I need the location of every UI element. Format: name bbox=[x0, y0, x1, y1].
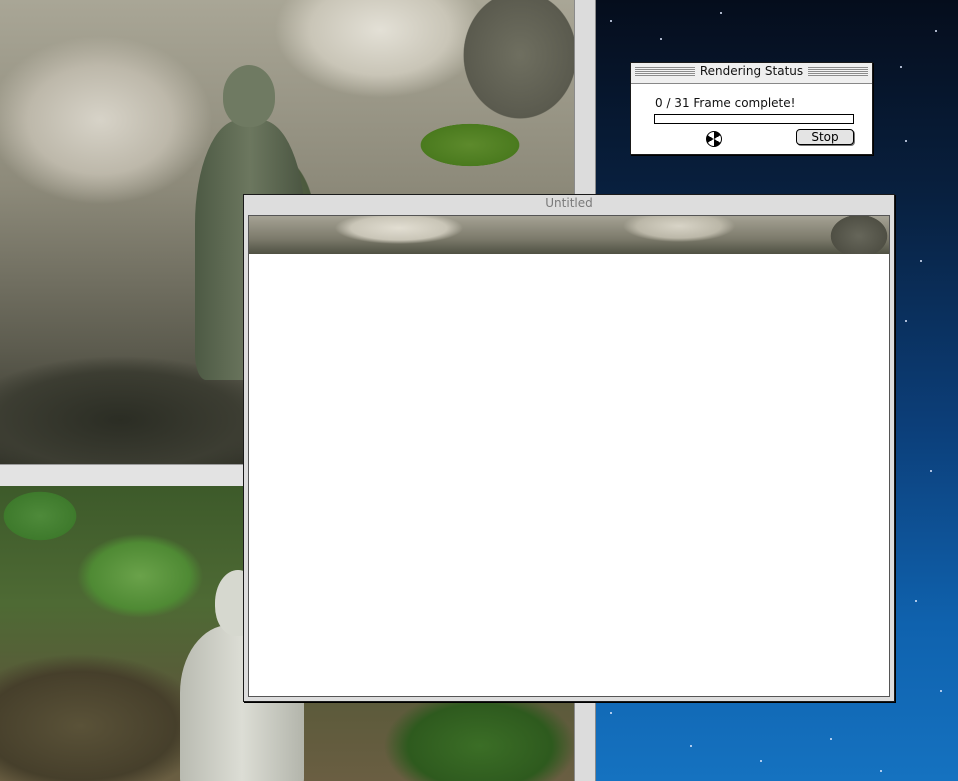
render-canvas bbox=[248, 215, 890, 697]
stop-button[interactable]: Stop bbox=[796, 129, 854, 145]
status-body: 0 / 31 Frame complete! Stop bbox=[631, 83, 872, 154]
busy-spinner-icon bbox=[706, 131, 722, 147]
progress-bar bbox=[654, 114, 854, 124]
untitled-window[interactable]: Untitled bbox=[243, 194, 895, 702]
titlebar-stripes bbox=[635, 67, 695, 76]
status-titlebar[interactable]: Rendering Status bbox=[631, 63, 872, 80]
titlebar-stripes bbox=[808, 67, 868, 76]
untitled-titlebar[interactable]: Untitled bbox=[244, 195, 894, 212]
rendered-image-strip bbox=[249, 216, 889, 254]
window-title: Untitled bbox=[545, 196, 593, 210]
rendering-status-dialog[interactable]: Rendering Status 0 / 31 Frame complete! … bbox=[630, 62, 873, 155]
dialog-title: Rendering Status bbox=[696, 64, 807, 78]
frame-status-text: 0 / 31 Frame complete! bbox=[655, 96, 796, 110]
